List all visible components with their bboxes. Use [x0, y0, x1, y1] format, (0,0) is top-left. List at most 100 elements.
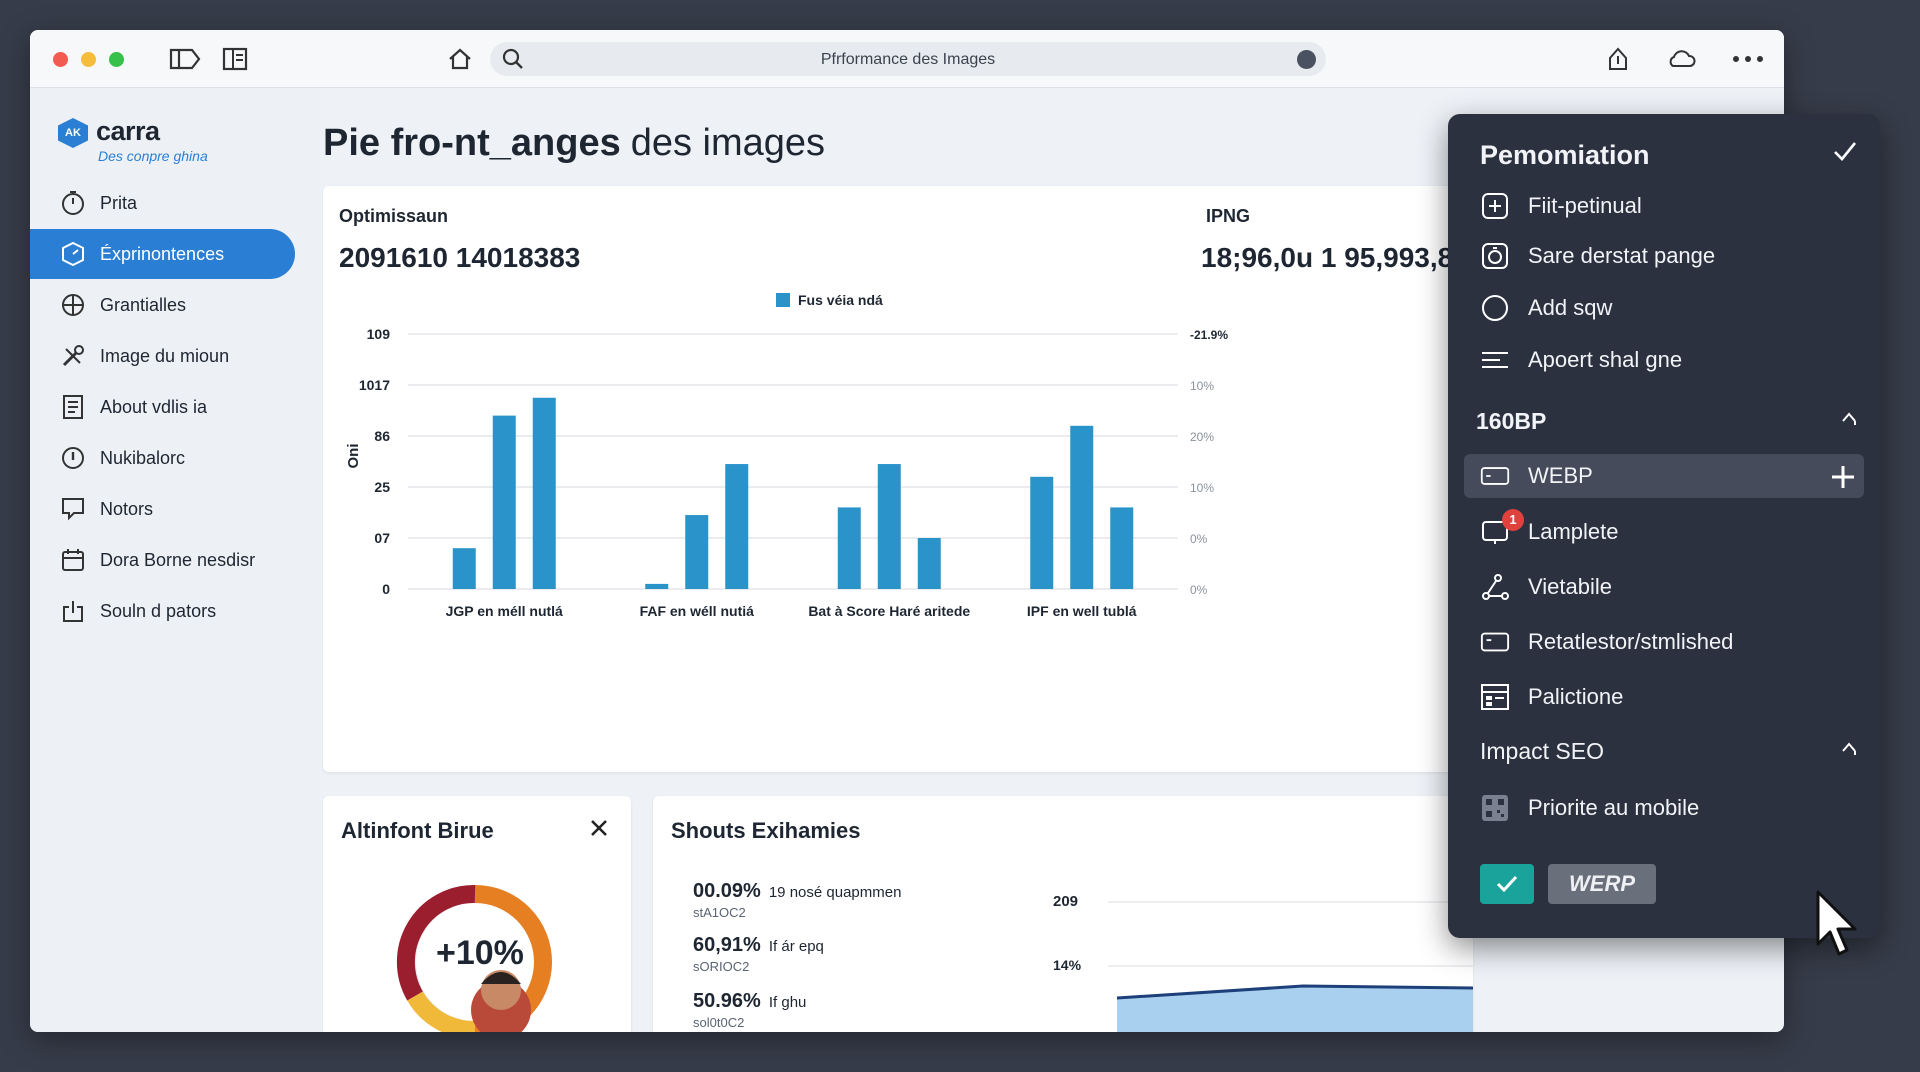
sidebar-item-prita[interactable]: Prita	[30, 178, 320, 228]
x-tick-label: Bat à Score Haré aritede	[808, 603, 970, 619]
card2-title: Altinfont Birue	[341, 818, 494, 843]
circle-icon	[1480, 293, 1510, 323]
bar	[645, 583, 669, 589]
sidebar-item-dora-borne[interactable]: Dora Borne nesdisr	[30, 535, 320, 585]
bar	[837, 507, 861, 589]
sidebar-item-nukibalorc[interactable]: Nukibalorc	[30, 433, 320, 483]
tab-title: Pfrformance des Images	[820, 51, 996, 68]
panel-item-retatlestor[interactable]: Retatlestor/stmlished	[1480, 624, 1733, 660]
shouts-card: Shouts Exihamies 00.09% 19 nosé quapmmen …	[653, 796, 1473, 1032]
mini-area	[1117, 986, 1473, 1032]
sidebar-item-label: Éxprinontences	[100, 243, 225, 264]
panel-item-webp[interactable]: WEBP	[1480, 458, 1593, 494]
panel-item-vietabile[interactable]: Vietabile	[1480, 569, 1612, 605]
sidebar-item-label: About vdlis ia	[100, 396, 208, 417]
card3-title: Shouts Exihamies	[671, 818, 861, 843]
sidebar-item-exprinontences[interactable]: Éxprinontences	[30, 229, 295, 279]
network-icon	[1480, 572, 1510, 602]
sidebar-item-label: Image du mioun	[100, 345, 230, 366]
plus-square-icon	[1480, 191, 1510, 221]
panel-item-sare-derstat[interactable]: Sare derstat pange	[1480, 238, 1715, 274]
chevron-up-icon[interactable]	[1840, 410, 1858, 433]
mouse-cursor-icon	[1816, 890, 1857, 956]
sidebar-item-label: Nukibalorc	[100, 447, 186, 468]
panel-item-priorite-mobile[interactable]: Priorite au mobile	[1480, 790, 1699, 826]
chevron-up-icon[interactable]	[1840, 740, 1858, 763]
page-title-light: des images	[630, 122, 826, 164]
checkmark-icon[interactable]	[1832, 140, 1858, 167]
more-options-icon[interactable]	[1731, 44, 1765, 74]
share-icon	[58, 596, 88, 626]
werp-button[interactable]: WERP	[1548, 864, 1656, 904]
monitor-icon: 1	[1480, 509, 1524, 547]
sidebar-item-label: Dora Borne nesdisr	[100, 549, 256, 570]
address-bar[interactable]: Pfrformance des Images	[490, 42, 1326, 76]
donut-value: +10%	[436, 934, 524, 972]
gauge-icon	[58, 239, 88, 269]
y2-tick-label: 0%	[1190, 532, 1208, 546]
bar	[1030, 476, 1054, 589]
list-item: 50.96% If ghu sol0t0C2	[693, 990, 807, 1030]
bar	[917, 538, 941, 589]
sidebar-item-label: Souln d pators	[100, 600, 217, 621]
globe-icon	[58, 290, 88, 320]
maximize-window-button[interactable]	[109, 52, 124, 67]
y-tick-label: 07	[374, 530, 390, 546]
add-icon[interactable]	[1830, 464, 1856, 495]
panel-title: Pemomiation	[1480, 140, 1650, 170]
y-tick-label: 0	[382, 581, 390, 597]
confirm-button[interactable]	[1480, 864, 1534, 904]
lines-icon	[1480, 345, 1510, 375]
sidebar-item-notors[interactable]: Notors	[30, 484, 320, 534]
home-icon[interactable]	[443, 44, 477, 74]
logo-subtitle: Des conpre ghina	[98, 148, 208, 164]
sidebar-toggle-icon[interactable]	[218, 44, 252, 74]
close-window-button[interactable]	[53, 52, 68, 67]
panel-item-fit-petinual[interactable]: Fiit-petinual	[1480, 188, 1642, 224]
y-tick-label: 1017	[359, 377, 390, 393]
y2-tick-label: 10%	[1190, 379, 1214, 393]
cloud-icon[interactable]	[1664, 44, 1698, 74]
bar	[685, 515, 709, 589]
panel-item-lamplete[interactable]: 1 Lamplete	[1480, 509, 1619, 550]
info-icon	[58, 443, 88, 473]
bar	[1070, 425, 1094, 589]
notification-badge: 1	[1502, 509, 1524, 531]
sidebar-item-about[interactable]: About vdlis ia	[30, 382, 320, 432]
y-tick-label: 86	[374, 428, 390, 444]
panel-section-impact-seo: Impact SEO	[1480, 738, 1604, 764]
minimize-window-button[interactable]	[81, 52, 96, 67]
tag-icon[interactable]	[168, 44, 202, 74]
calendar-icon	[58, 545, 88, 575]
panel-item-palictione[interactable]: Palictione	[1480, 679, 1623, 715]
bar	[877, 464, 901, 589]
x-tick-label: JGP en méll nutlá	[446, 603, 563, 619]
title-bar: Pfrformance des Images	[30, 30, 1784, 88]
mini-area-chart: 209 14%	[1053, 893, 1473, 1032]
close-icon[interactable]	[589, 818, 609, 843]
y-axis-label: Oni	[345, 444, 362, 469]
sidebar-item-label: Notors	[100, 498, 154, 519]
sidebar-item-grantialles[interactable]: Grantialles	[30, 280, 320, 330]
sidebar-nav: Prita Éxprinontences Grantialles Image d…	[30, 178, 320, 637]
mini-y-tick: 209	[1053, 893, 1078, 910]
page-title-bold: Pie fro-nt_anges	[323, 122, 621, 164]
reload-icon[interactable]	[1297, 50, 1316, 69]
x-tick-label: IPF en well tublá	[1027, 603, 1137, 619]
y-tick-label: 109	[367, 326, 391, 342]
grid-icon	[1480, 682, 1510, 712]
page-title: Pie fro-nt_anges des images	[323, 122, 825, 165]
list-item: 00.09% 19 nosé quapmmen stA1OC2	[693, 880, 902, 920]
y-tick-label: 25	[374, 479, 390, 495]
panel-item-add-sqw[interactable]: Add sqw	[1480, 290, 1612, 326]
sidebar-item-image-du-mioun[interactable]: Image du mioun	[30, 331, 320, 381]
bookmark-home-icon[interactable]	[1601, 44, 1635, 74]
altinfont-card: Altinfont Birue +10%	[323, 796, 631, 1032]
legend-label: Fus véia ndá	[798, 292, 883, 308]
panel-item-apoert[interactable]: Apoert shal gne	[1480, 342, 1682, 378]
y2-tick-label: 20%	[1190, 430, 1214, 444]
logo-mark: AK	[58, 118, 88, 148]
screen-icon	[1480, 461, 1510, 491]
sidebar-item-label: Grantialles	[100, 294, 187, 315]
sidebar-item-souln[interactable]: Souln d pators	[30, 586, 320, 636]
